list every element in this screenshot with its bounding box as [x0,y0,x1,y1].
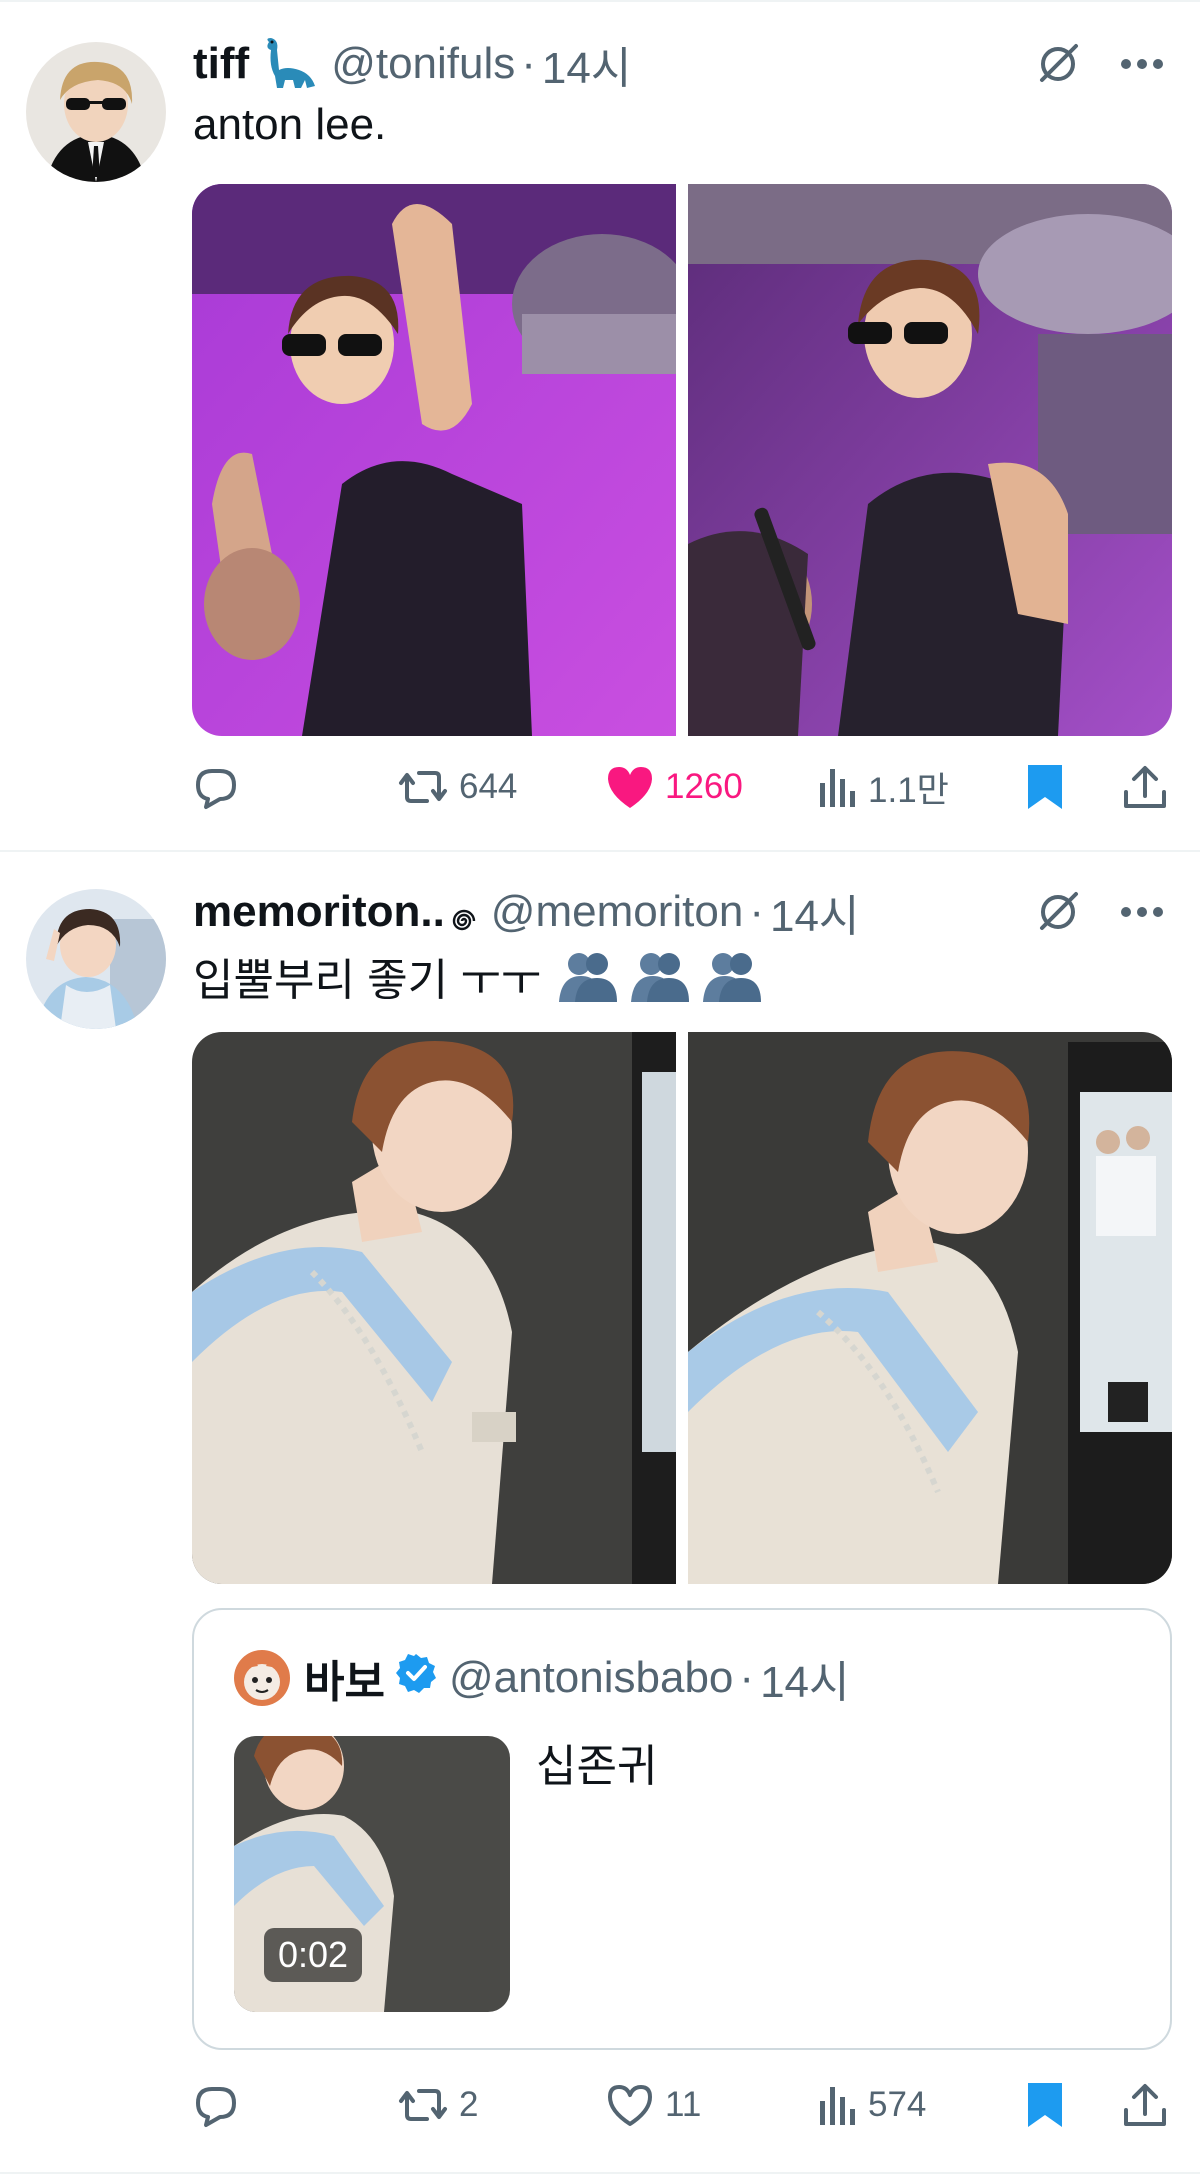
views-icon [820,2087,855,2125]
display-name[interactable]: memoriton.. [193,887,445,937]
views-button[interactable]: 574 [818,2070,926,2140]
tweet-actions: 644 1260 1.1만 [192,752,1172,822]
quote-avatar [234,1650,290,1706]
media-image[interactable] [192,184,676,736]
timestamp[interactable]: 14시 [770,880,859,944]
separator-dot: · [749,887,764,936]
dinosaur-emoji [261,36,319,92]
handle[interactable]: @tonifuls [331,39,515,89]
reply-button[interactable] [192,2070,250,2140]
separator-dot: · [521,39,536,88]
bookmark-button[interactable] [1026,752,1064,822]
retweet-button[interactable]: 2 [397,2070,478,2140]
tweet-text: 입뿔부리 좋기 ㅜㅜ [193,956,542,1005]
avatar[interactable] [26,889,166,1029]
bookmark-icon [1028,765,1062,809]
display-name[interactable]: tiff [193,39,249,89]
retweet-icon [399,771,447,803]
timestamp[interactable]: 14시 [542,32,631,96]
tweet-header-icons [1036,34,1164,94]
retweet-count: 2 [459,2085,479,2124]
view-count: 574 [868,2085,927,2124]
reply-icon [196,2087,236,2127]
tweet-media[interactable] [192,184,1172,736]
tweet-actions-2: 2 11 574 [192,2070,1172,2140]
media-image[interactable] [688,184,1172,736]
grok-icon[interactable] [1036,42,1080,86]
views-icon [820,769,855,807]
tweet-header: memoriton.. @memoriton · 14시 [193,882,859,942]
like-icon [608,2085,652,2126]
share-button[interactable] [1122,2070,1168,2140]
views-button[interactable]: 1.1만 [818,752,949,822]
retweet-count: 644 [459,767,518,806]
quoted-tweet-card[interactable]: 바보 @antonisbabo · 14시 0:02 십존귀 [192,1608,1172,2050]
grok-icon[interactable] [1036,890,1080,934]
media-image[interactable] [688,1032,1172,1584]
swirl-emoji [449,897,479,931]
quote-text: 십존귀 [536,1742,658,1791]
like-count: 11 [665,2085,702,2124]
bookmark-button[interactable] [1026,2070,1064,2140]
share-icon [1124,2084,1166,2126]
bottom-divider [0,2172,1200,2174]
like-count: 1260 [665,767,743,806]
tweet-text-row: 입뿔부리 좋기 ㅜㅜ [193,944,763,1008]
share-button[interactable] [1122,752,1168,822]
tweet-header: tiff @tonifuls · 14시 [193,34,631,94]
quote-handle: @antonisbabo [448,1653,734,1702]
tweet-text: anton lee. [193,100,387,149]
separator-dot: · [739,1653,755,1702]
video-duration: 0:02 [264,1928,363,1982]
like-button[interactable]: 11 [605,2070,701,2140]
retweet-icon [399,2089,447,2121]
quote-timestamp: 14시 [760,1658,850,1707]
reply-icon [196,769,236,809]
retweet-button[interactable]: 644 [397,752,517,822]
view-count: 1.1만 [868,770,949,810]
bookmark-icon [1028,2083,1062,2127]
tweet-header-icons [1036,882,1164,942]
media-image[interactable] [192,1032,676,1584]
quote-header: 바보 @antonisbabo · 14시 [234,1648,849,1708]
quote-display-name: 바보 [304,1658,385,1707]
more-icon[interactable] [1120,58,1164,70]
like-icon [608,767,652,808]
quote-video-thumbnail[interactable]: 0:02 [234,1736,510,2012]
hugging-people-emoji [557,950,763,1002]
tweet-media[interactable] [192,1032,1172,1584]
share-icon [1124,766,1166,808]
like-button[interactable]: 1260 [605,752,743,822]
handle[interactable]: @memoriton [491,887,744,937]
more-icon[interactable] [1120,906,1164,918]
avatar[interactable] [26,42,166,182]
tweet[interactable]: tiff @tonifuls · 14시 anton lee. 644 1260… [0,0,1200,850]
verified-icon [395,1652,437,1705]
reply-button[interactable] [192,752,250,822]
